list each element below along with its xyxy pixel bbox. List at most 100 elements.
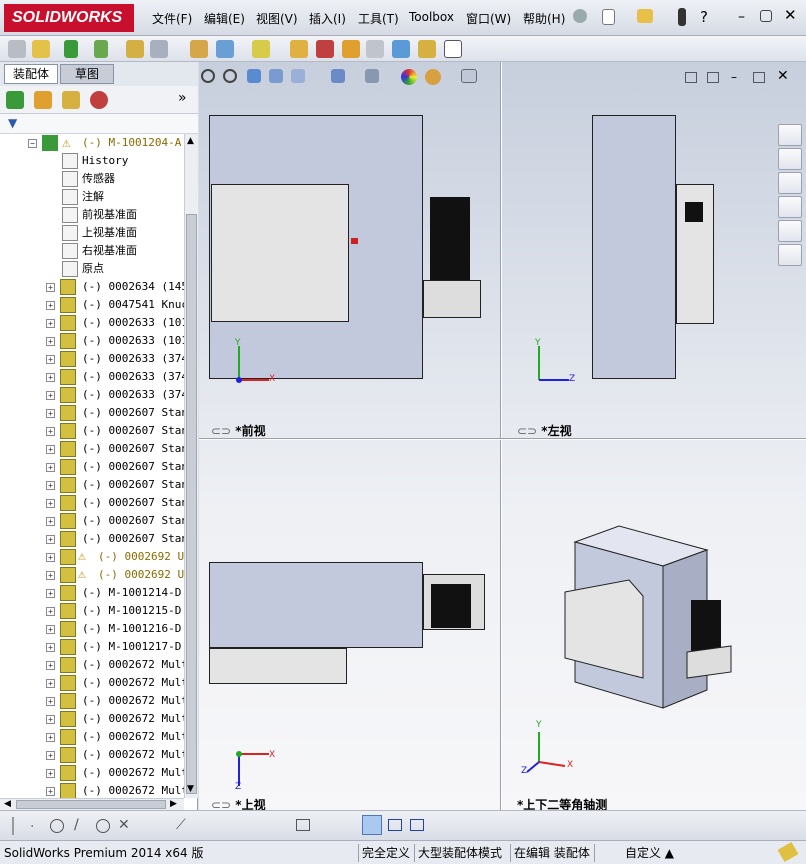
tree-component[interactable]: + (-) 0002607 Stand [0,458,184,476]
clearance-icon[interactable] [418,40,436,58]
tree-component[interactable]: + (-) 0002607 Stand [0,440,184,458]
tree-component[interactable]: + (-) 0002607 Stand [0,422,184,440]
expand-icon[interactable]: + [46,355,55,364]
file-explorer-icon[interactable] [778,172,802,194]
tree-component[interactable]: + (-) 0002672 Multi [0,728,184,746]
circle-icon[interactable] [50,819,64,833]
tree-component[interactable]: + (-) 0002633 (1012 [0,332,184,350]
expand-icon[interactable]: + [46,625,55,634]
expand-panel-icon[interactable]: » [178,90,196,108]
traffic-light-icon[interactable] [678,8,686,26]
minimize-icon[interactable]: – [738,9,756,27]
tree-component[interactable]: + (-) 0002607 Stand [0,404,184,422]
scroll-left-icon[interactable]: ◀ [4,799,11,809]
expand-icon[interactable]: + [46,535,55,544]
expand-icon[interactable]: + [46,319,55,328]
expand-icon[interactable]: + [46,283,55,292]
tree-item[interactable]: 右视基准面 [0,242,184,260]
tag-icon[interactable] [777,841,799,863]
interference-icon[interactable] [392,40,410,58]
expand-icon[interactable]: + [46,697,55,706]
dynamic-annotation-icon[interactable] [291,69,305,83]
grid-icon[interactable] [296,819,310,831]
tree-component[interactable]: + (-) 0002607 Stand [0,530,184,548]
design-library-icon[interactable] [778,148,802,170]
edit-appearance-icon[interactable] [401,69,417,85]
tree-item[interactable]: 注解 [0,188,184,206]
expand-icon[interactable]: + [46,733,55,742]
instant3d-icon[interactable] [444,40,462,58]
zoom-fit-icon[interactable] [201,69,215,83]
tree-horizontal-scrollbar[interactable]: ◀ ▶ [0,798,184,810]
display-style-icon[interactable] [365,69,379,83]
menu-toolbox[interactable]: Toolbox [409,10,454,24]
two-view-icon[interactable] [707,72,719,83]
expand-icon[interactable]: + [46,499,55,508]
single-view-icon[interactable] [685,72,697,83]
smart-fasteners-icon[interactable] [126,40,144,58]
viewport-horizontal-divider[interactable] [199,438,806,440]
zoom-area-icon[interactable] [223,69,237,83]
tree-component[interactable]: + (-) M-1001216-D [0,620,184,638]
expand-icon[interactable]: + [46,787,55,796]
move-component-icon[interactable] [150,40,168,58]
menu-view[interactable]: 视图(V) [256,10,298,27]
menu-edit[interactable]: 编辑(E) [204,10,245,27]
expand-icon[interactable]: + [46,769,55,778]
bill-of-materials-icon[interactable] [316,40,334,58]
assembly-features-icon[interactable] [216,40,234,58]
home-icon[interactable] [778,124,802,146]
tree-item[interactable]: 前视基准面 [0,206,184,224]
property-manager-icon[interactable] [34,91,52,109]
tree-component[interactable]: + (-) M-1001214-D [0,584,184,602]
tree-component[interactable]: + (-) 0002633 (374m [0,368,184,386]
expand-icon[interactable]: + [46,391,55,400]
tree-item[interactable]: 传感器 [0,170,184,188]
point-icon[interactable]: · [30,819,34,835]
expand-icon[interactable]: + [46,427,55,436]
tree-component[interactable]: + (-) 0002633 (1012 [0,314,184,332]
filter-icon[interactable]: ▼ [8,116,22,130]
expand-icon[interactable]: + [46,517,55,526]
tree-component[interactable]: + (-) 0002633 (374m [0,350,184,368]
tree-vertical-scrollbar[interactable]: ▲ ▼ [184,134,198,798]
expand-icon[interactable]: + [46,463,55,472]
display-manager-icon[interactable] [90,91,108,109]
tree-component[interactable]: + ⚠ (-) 0002692 Un [0,566,184,584]
expand-icon[interactable]: + [46,445,55,454]
pattern-icon[interactable] [94,40,108,58]
insert-component-icon[interactable] [32,40,50,58]
expand-icon[interactable]: + [46,481,55,490]
expand-icon[interactable]: + [46,373,55,382]
tree-component[interactable]: + (-) 0002672 Multi [0,746,184,764]
trim-icon[interactable]: ✕ [118,817,130,833]
scroll-up-icon[interactable]: ▲ [187,136,194,146]
expand-icon[interactable]: + [46,337,55,346]
open-folder-icon[interactable] [637,9,653,23]
tree-component[interactable]: + (-) 0002633 (374m [0,386,184,404]
custom-properties-icon[interactable] [778,244,802,266]
expand-icon[interactable]: + [46,589,55,598]
menu-help[interactable]: 帮助(H) [523,10,565,27]
tree-component[interactable]: + (-) 0002607 Stand [0,512,184,530]
configuration-manager-icon[interactable] [62,91,80,109]
expand-icon[interactable]: + [46,571,55,580]
view-settings-icon[interactable] [461,69,477,83]
tree-component[interactable]: + (-) 0002672 Multi [0,674,184,692]
mate-icon[interactable] [64,40,78,58]
tree-root[interactable]: − ⚠ (-) M-1001204-A ( [0,134,184,152]
view-orientation-icon[interactable] [331,69,345,83]
apply-scene-icon[interactable] [425,69,441,85]
collapse-icon[interactable]: − [28,139,37,148]
scroll-thumb[interactable] [186,214,197,794]
expand-icon[interactable]: + [46,553,55,562]
pin-icon[interactable] [573,9,587,23]
expand-icon[interactable]: + [46,643,55,652]
new-document-icon[interactable] [602,9,615,25]
menu-insert[interactable]: 插入(I) [309,10,346,27]
tree-component[interactable]: + (-) 0002607 Stand [0,476,184,494]
viewport-restore-icon[interactable] [753,72,765,83]
section-view-icon[interactable] [269,69,283,83]
tree-component[interactable]: + (-) 0002607 Stand [0,494,184,512]
tree-component[interactable]: + (-) M-1001217-D [0,638,184,656]
